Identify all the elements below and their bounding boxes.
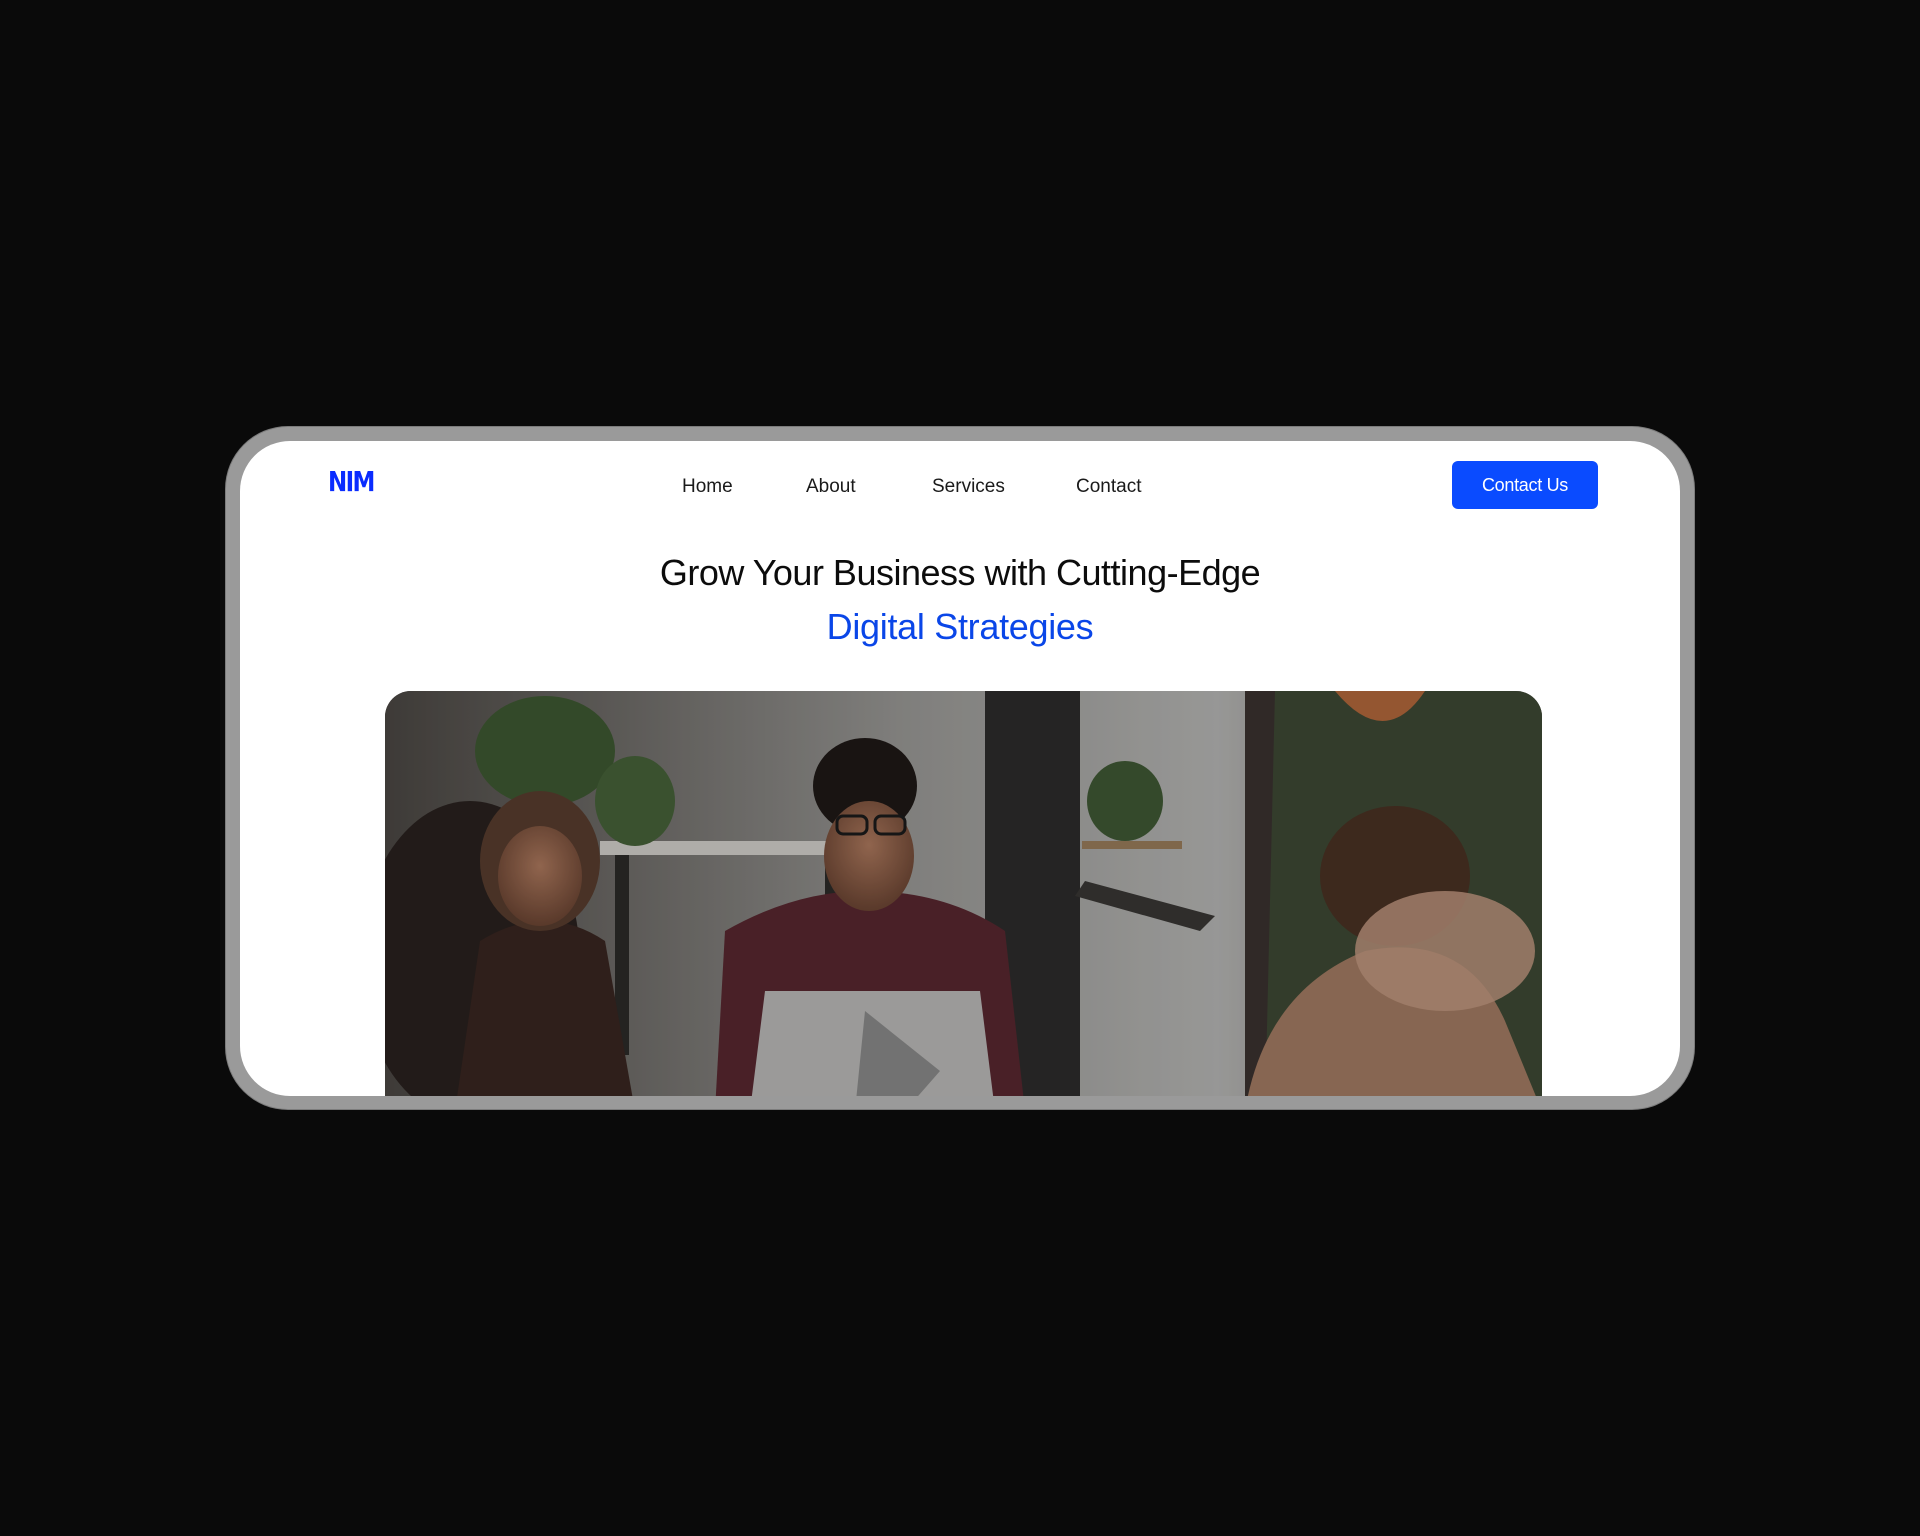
nav-link-services[interactable]: Services	[932, 475, 1005, 499]
navigation-bar: NIM Home About Services Contact Contact …	[240, 441, 1680, 531]
page-backdrop: NIM Home About Services Contact Contact …	[0, 0, 1920, 1536]
hero-title: Grow Your Business with Cutting-Edge Dig…	[240, 551, 1680, 649]
nav-link-about[interactable]: About	[806, 475, 856, 499]
team-meeting-illustration	[385, 691, 1542, 1096]
nav-link-home[interactable]: Home	[682, 475, 733, 499]
nav-link-contact[interactable]: Contact	[1076, 475, 1141, 499]
website-screen: NIM Home About Services Contact Contact …	[240, 441, 1680, 1096]
hero-title-line: Grow Your Business with Cutting-Edge	[659, 552, 1261, 593]
contact-us-button[interactable]: Contact Us	[1452, 461, 1598, 509]
hero-title-highlight: Digital Strategies	[826, 606, 1094, 647]
team-meeting-photo	[385, 691, 1542, 1096]
